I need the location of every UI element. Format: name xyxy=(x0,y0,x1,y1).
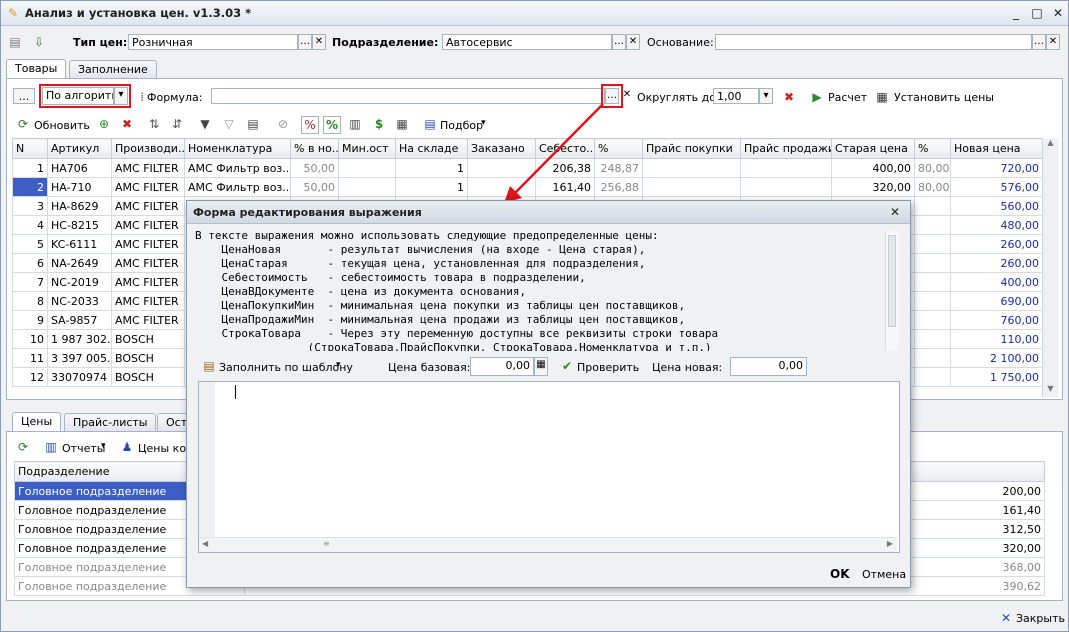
base-price-label: Цена базовая: xyxy=(388,361,471,374)
text-cursor xyxy=(235,385,236,399)
arrow-line xyxy=(514,103,604,194)
cancel-button[interactable]: Отмена xyxy=(862,568,906,581)
template-dropdown-icon[interactable]: ▾ xyxy=(336,360,341,370)
new-price-field[interactable]: 0,00 xyxy=(730,357,807,376)
expression-editor[interactable]: ◀ ≡ ▶ xyxy=(198,381,900,553)
base-price-field[interactable]: 0,00 xyxy=(470,357,534,376)
help-line: В тексте выражения можно использовать сл… xyxy=(195,229,659,242)
help-scroll-thumb[interactable] xyxy=(888,235,896,327)
help-line: ЦенаСтарая - текущая цена, установленная… xyxy=(195,257,646,270)
template-icon: ▤ xyxy=(203,359,215,373)
help-line: ЦенаНовая - результат вычисления (на вхо… xyxy=(195,243,646,256)
help-scrollbar[interactable] xyxy=(885,231,898,351)
help-line: Себестоимость - себестоимость товара в п… xyxy=(195,271,586,284)
help-line: СтрокаТовара - Через эту переменную дост… xyxy=(195,327,719,340)
calculator-button-icon[interactable]: ▦ xyxy=(534,357,548,376)
scroll-right-icon[interactable]: ▶ xyxy=(887,539,893,548)
dialog-close-icon[interactable]: ✕ xyxy=(887,204,903,220)
help-line: (СтрокаТовара.ПрайсПокупки, СтрокаТовара… xyxy=(195,341,712,351)
help-lines: В тексте выражения можно использовать сл… xyxy=(195,229,885,351)
scroll-left-icon[interactable]: ◀ xyxy=(202,539,208,548)
editor-hscrollbar[interactable]: ◀ ≡ ▶ xyxy=(199,537,897,552)
ok-button[interactable]: OK xyxy=(830,567,850,581)
dialog-title: Форма редактирования выражения xyxy=(193,206,422,219)
help-text: В тексте выражения можно использовать сл… xyxy=(195,229,885,351)
dialog-title-bar: Форма редактирования выражения ✕ xyxy=(187,201,910,224)
new-price-label: Цена новая: xyxy=(652,361,723,374)
scroll-grip-icon[interactable]: ≡ xyxy=(323,539,330,548)
help-line: ЦенаПродажиМин - минимальная цена продаж… xyxy=(195,313,686,326)
help-line: ЦенаВДокументе - цена из документа основ… xyxy=(195,285,527,298)
check-button[interactable]: Проверить xyxy=(577,361,639,374)
check-icon: ✔ xyxy=(561,359,573,373)
editor-gutter xyxy=(199,382,215,537)
fill-template-button[interactable]: Заполнить по шаблону xyxy=(219,361,353,374)
help-line: ЦенаПокупкиМин - минимальная цена покупк… xyxy=(195,299,686,312)
expression-dialog: Форма редактирования выражения ✕ В текст… xyxy=(186,200,911,588)
